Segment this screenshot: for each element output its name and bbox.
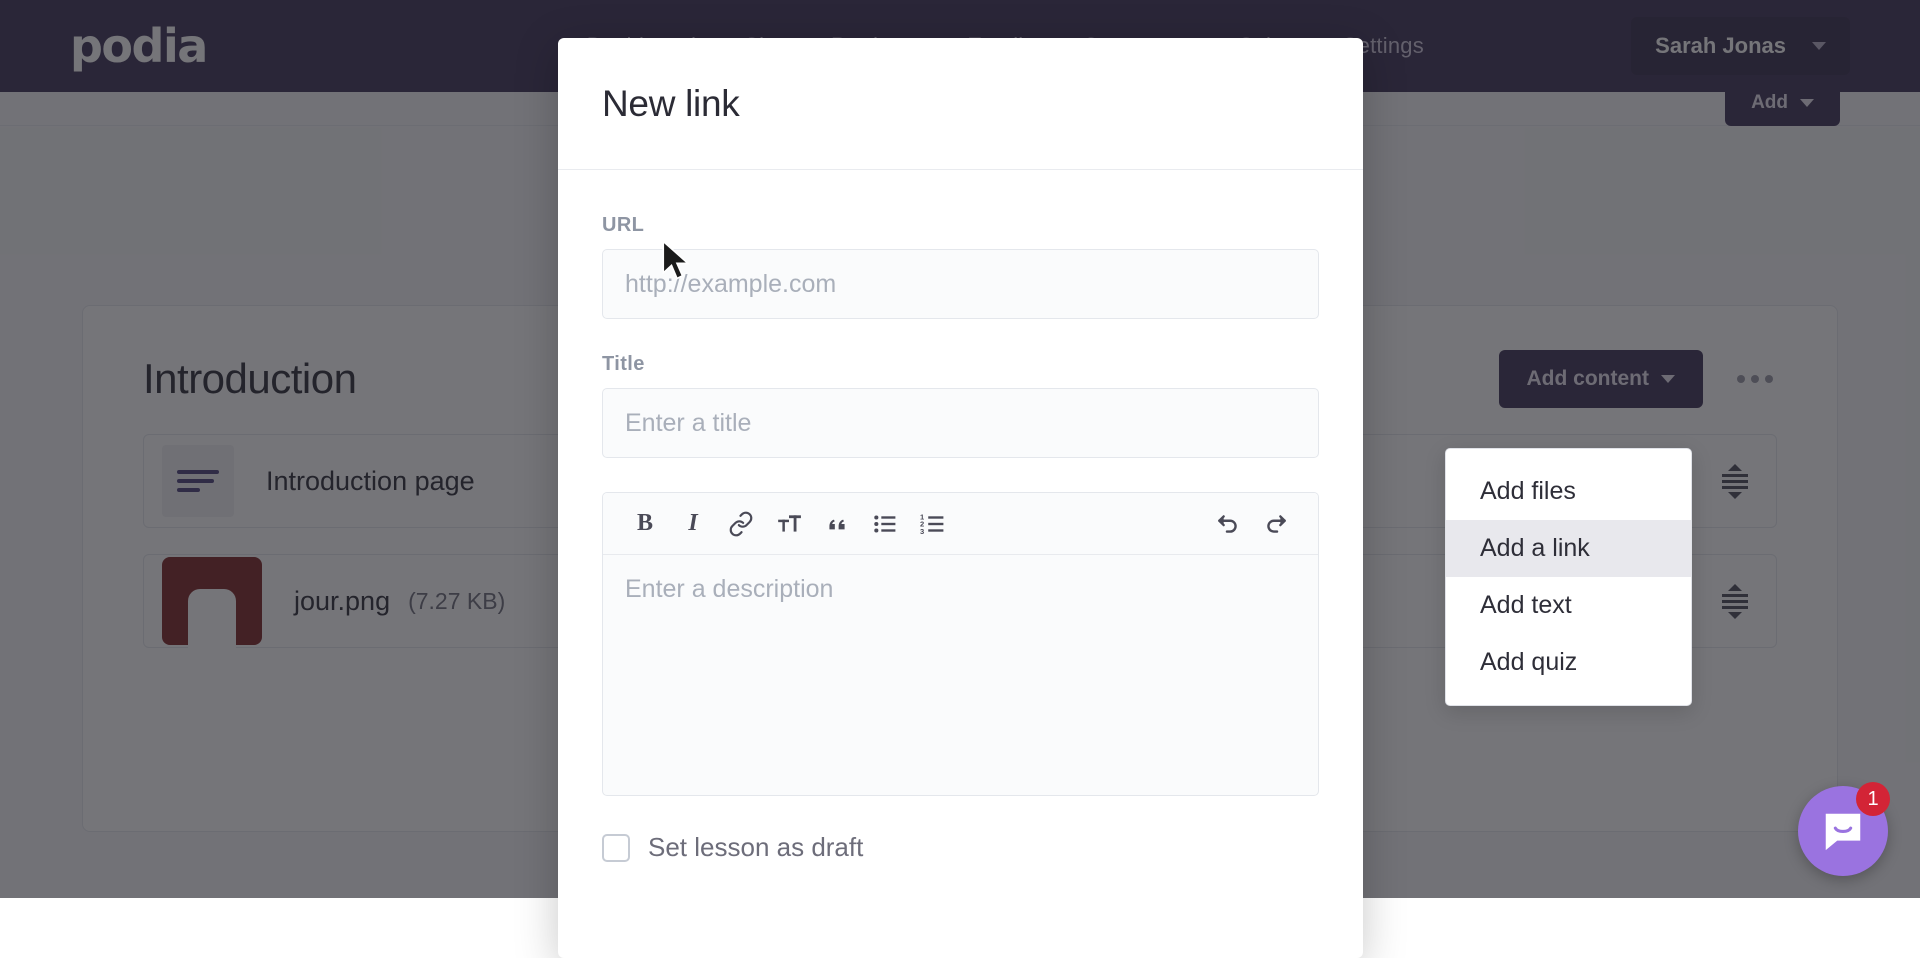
svg-text:3: 3 xyxy=(920,526,924,535)
text-size-icon[interactable] xyxy=(765,502,813,546)
menu-item-add-text[interactable]: Add text xyxy=(1446,577,1691,634)
add-content-dropdown-menu: Add files Add a link Add text Add quiz xyxy=(1445,448,1692,706)
redo-icon[interactable] xyxy=(1252,502,1300,546)
set-lesson-as-draft-row[interactable]: Set lesson as draft xyxy=(602,832,1319,893)
title-field-label: Title xyxy=(602,353,1319,376)
chat-widget-button[interactable]: 1 xyxy=(1798,786,1888,876)
modal-header: New link xyxy=(558,38,1363,170)
link-icon[interactable] xyxy=(717,502,765,546)
draft-checkbox[interactable] xyxy=(602,834,630,862)
bold-icon[interactable]: B xyxy=(621,502,669,546)
menu-item-add-a-link[interactable]: Add a link xyxy=(1446,520,1691,577)
menu-item-add-quiz[interactable]: Add quiz xyxy=(1446,634,1691,691)
numbered-list-icon[interactable]: 1 2 3 xyxy=(909,502,957,546)
chat-unread-badge: 1 xyxy=(1856,782,1890,816)
url-field-group: URL xyxy=(602,214,1319,319)
modal-title: New link xyxy=(602,83,739,125)
undo-icon[interactable] xyxy=(1204,502,1252,546)
bullet-list-icon[interactable] xyxy=(861,502,909,546)
url-input[interactable] xyxy=(602,249,1319,319)
editor-toolbar: B I xyxy=(603,493,1318,555)
menu-item-add-files[interactable]: Add files xyxy=(1446,463,1691,520)
draft-checkbox-label: Set lesson as draft xyxy=(648,832,863,863)
title-field-group: Title xyxy=(602,353,1319,458)
new-link-modal: New link URL Title B I xyxy=(558,38,1363,958)
blockquote-icon[interactable] xyxy=(813,502,861,546)
mouse-cursor xyxy=(660,240,694,284)
url-field-label: URL xyxy=(602,214,1319,237)
chat-bubble-icon xyxy=(1820,808,1866,854)
description-editor: B I xyxy=(602,492,1319,796)
title-input[interactable] xyxy=(602,388,1319,458)
description-textarea[interactable]: Enter a description xyxy=(603,555,1318,795)
italic-icon[interactable]: I xyxy=(669,502,717,546)
